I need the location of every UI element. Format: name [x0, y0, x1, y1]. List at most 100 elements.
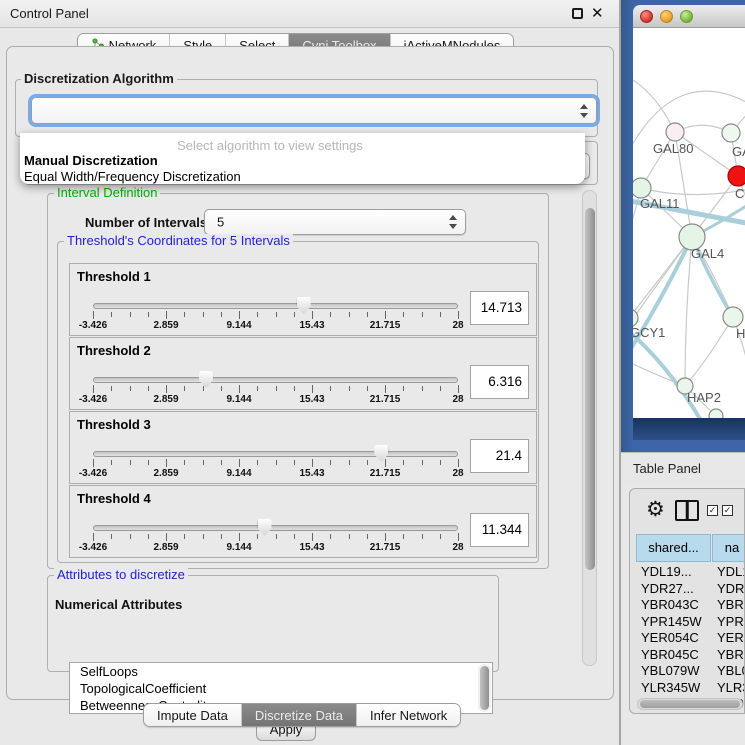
threshold-value-field[interactable]: 6.316 — [470, 365, 529, 399]
slider-tick — [440, 534, 441, 539]
slider-tick — [294, 312, 295, 317]
zoom-traffic-light-icon[interactable] — [680, 10, 693, 23]
network-node-label: GAL4 — [691, 246, 724, 261]
checkbox-icon[interactable]: ✓ — [707, 505, 718, 516]
network-node[interactable] — [709, 409, 723, 418]
threshold-slider-handle[interactable] — [297, 297, 311, 314]
float-window-icon[interactable] — [572, 8, 583, 19]
slider-tick — [458, 311, 459, 319]
slider-tick — [111, 312, 112, 317]
table-column-header[interactable]: shared... — [636, 534, 711, 562]
table-cell[interactable]: YDR27... — [717, 580, 745, 597]
slider-tick-label: 21.715 — [360, 320, 410, 331]
threshold-panel: Threshold 3-3.4262.8599.14415.4321.71528… — [69, 411, 537, 484]
slider-tick — [130, 312, 131, 317]
table-column-header[interactable]: na — [712, 534, 745, 562]
slider-tick — [130, 386, 131, 391]
slider-tick-label: 2.859 — [141, 542, 191, 553]
network-edge — [641, 188, 745, 195]
slider-tick — [130, 534, 131, 539]
slider-tick — [257, 460, 258, 465]
threshold-slider-track[interactable] — [93, 303, 458, 309]
slider-tick — [111, 534, 112, 539]
threshold-value-field[interactable]: 11.344 — [470, 513, 529, 547]
attribute-list-item[interactable]: SelfLoops — [70, 663, 492, 680]
network-node-label: GA — [732, 144, 745, 159]
settings-scrollbar-thumb[interactable] — [585, 208, 595, 570]
threshold-label: Threshold 3 — [77, 417, 151, 432]
slider-tick — [422, 534, 423, 539]
slider-tick-label: 2.859 — [141, 320, 191, 331]
table-cell[interactable]: YDL19... — [717, 563, 745, 580]
slider-tick — [148, 460, 149, 465]
slider-tick — [458, 385, 459, 393]
close-traffic-light-icon[interactable] — [640, 10, 653, 23]
table-cell[interactable]: YLR345W — [717, 679, 745, 696]
checkbox-icon[interactable]: ✓ — [722, 505, 733, 516]
slider-tick-label: 9.144 — [214, 320, 264, 331]
threshold-slider-track[interactable] — [93, 451, 458, 457]
network-node[interactable] — [666, 123, 684, 141]
threshold-slider-handle[interactable] — [374, 445, 388, 462]
attributes-list-scrollbar-thumb[interactable] — [480, 666, 489, 710]
network-canvas[interactable]: GAL80GACGAL11GAL4GCY1HHAP2 — [633, 28, 745, 418]
slider-tick — [148, 312, 149, 317]
network-window-titlebar[interactable] — [633, 5, 745, 28]
attributes-group — [47, 575, 499, 672]
slider-tick-label: 9.144 — [214, 468, 264, 479]
threshold-slider-track[interactable] — [93, 525, 458, 531]
slider-tick — [257, 386, 258, 391]
attributes-list-scrollbar[interactable] — [478, 664, 491, 712]
close-icon[interactable]: ✕ — [591, 4, 604, 22]
slider-tick — [294, 534, 295, 539]
network-node[interactable] — [723, 307, 743, 327]
tab-discretize-data[interactable]: Discretize Data — [242, 704, 357, 726]
table-hscrollbar-thumb[interactable] — [640, 700, 740, 708]
network-edge — [685, 317, 733, 386]
slider-tick-label: -3.426 — [68, 542, 118, 553]
threshold-slider-track[interactable] — [93, 377, 458, 383]
slider-tick — [148, 534, 149, 539]
slider-tick — [458, 459, 459, 467]
table-cell[interactable]: YBL079W — [717, 662, 745, 679]
tab-impute-data[interactable]: Impute Data — [144, 704, 242, 726]
table-cell[interactable]: YBR045C — [717, 646, 745, 663]
slider-tick — [349, 312, 350, 317]
slider-tick — [440, 312, 441, 317]
slider-tick — [330, 460, 331, 465]
split-columns-icon[interactable] — [675, 500, 699, 521]
gear-icon[interactable]: ⚙ — [646, 497, 665, 522]
tab-infer-network[interactable]: Infer Network — [357, 704, 460, 726]
threshold-panel: Threshold 4-3.4262.8599.14415.4321.71528… — [69, 485, 537, 558]
network-node[interactable] — [728, 166, 745, 186]
panel-title: Control Panel — [10, 6, 89, 21]
network-node[interactable] — [633, 178, 651, 198]
slider-tick-label: 15.43 — [287, 468, 337, 479]
slider-tick — [385, 533, 386, 541]
network-node-label: H — [736, 326, 745, 341]
slider-tick — [166, 533, 167, 541]
table-cell[interactable]: YBR043C — [717, 596, 745, 613]
slider-tick — [403, 460, 404, 465]
table-cell[interactable]: YPR145W — [717, 613, 745, 630]
attribute-list-item[interactable]: TopologicalCoefficient — [70, 680, 492, 697]
table-hscrollbar[interactable] — [637, 698, 743, 710]
settings-scrollbar[interactable] — [582, 190, 597, 666]
slider-tick — [184, 460, 185, 465]
minimize-traffic-light-icon[interactable] — [660, 10, 673, 23]
table-cell[interactable]: YER054C — [717, 629, 745, 646]
algorithm-popup-item[interactable]: Equal Width/Frequency Discretization — [24, 169, 241, 184]
algorithm-popup-item[interactable]: Manual Discretization — [24, 153, 158, 168]
slider-tick — [239, 533, 240, 541]
threshold-value-field[interactable]: 14.713 — [470, 291, 529, 325]
network-window: GAL80GACGAL11GAL4GCY1HHAP2 — [633, 5, 745, 440]
slider-tick — [221, 312, 222, 317]
network-node[interactable] — [722, 124, 740, 142]
slider-tick — [166, 311, 167, 319]
slider-tick-label: 2.859 — [141, 394, 191, 405]
threshold-slider-handle[interactable] — [258, 519, 272, 536]
slider-tick — [312, 385, 313, 393]
threshold-value-field[interactable]: 21.4 — [470, 439, 529, 473]
threshold-slider-handle[interactable] — [199, 371, 213, 388]
slider-tick — [130, 460, 131, 465]
